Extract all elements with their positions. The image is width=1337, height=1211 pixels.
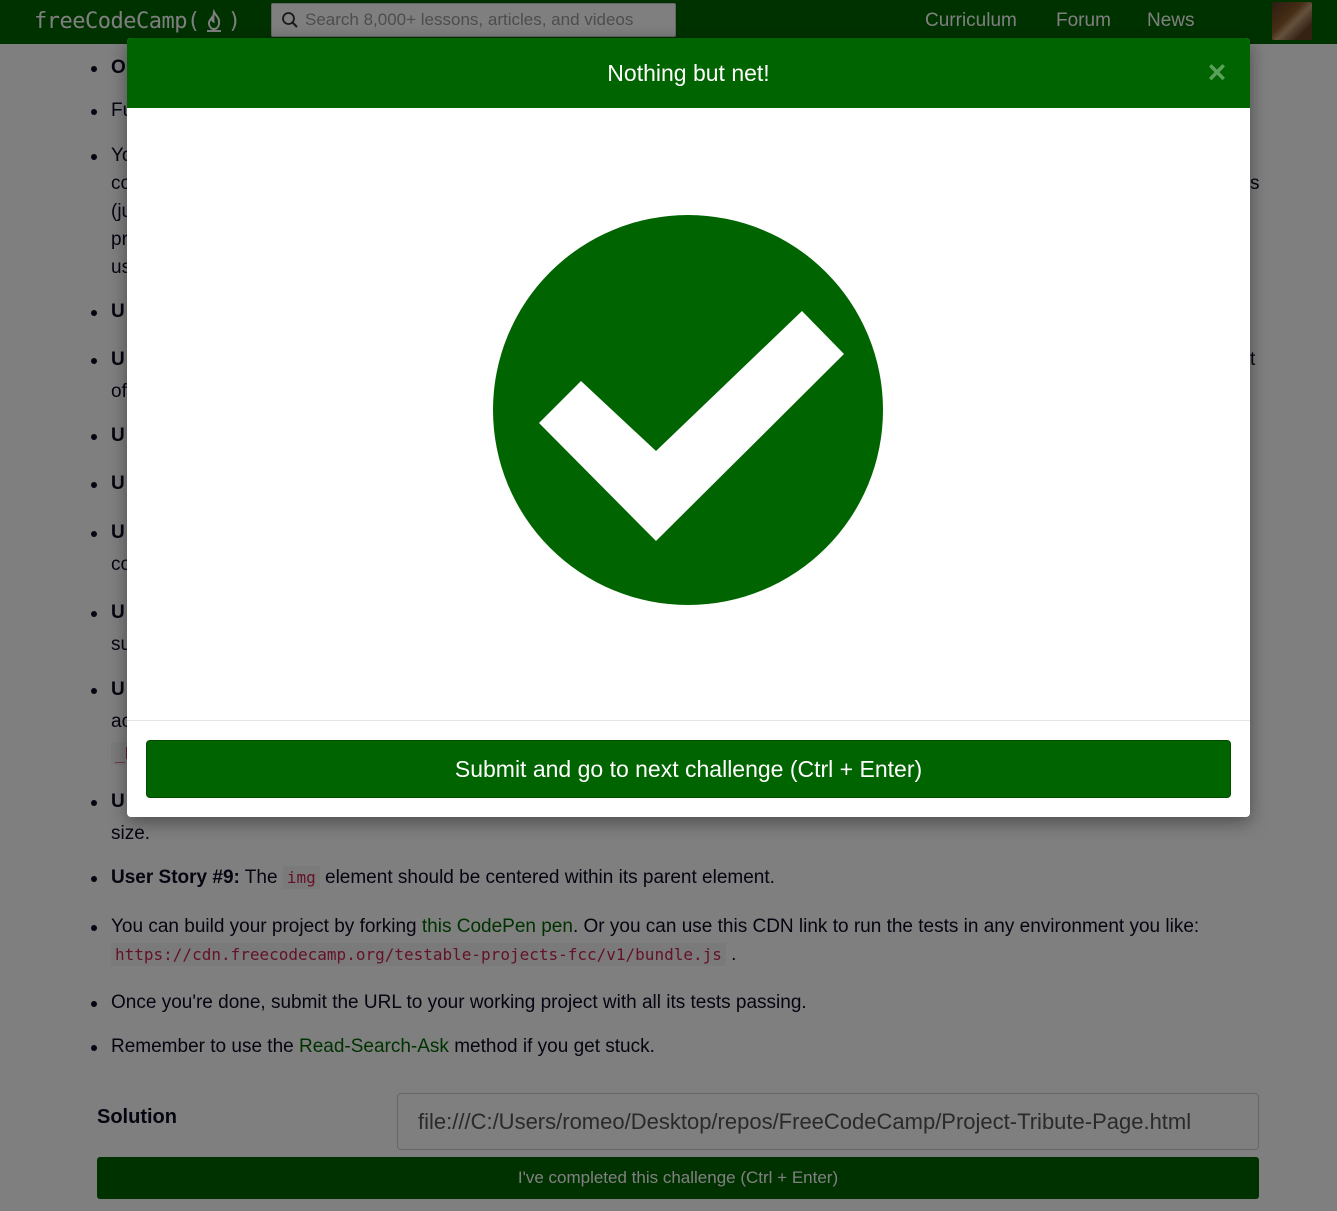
check-circle-icon [493, 215, 883, 605]
modal-body [127, 108, 1250, 721]
modal-title: Nothing but net! [607, 59, 770, 86]
completion-modal: Nothing but net! × Submit and go to next… [127, 38, 1250, 817]
close-icon[interactable]: × [1202, 55, 1232, 89]
submit-next-challenge-button[interactable]: Submit and go to next challenge (Ctrl + … [146, 740, 1231, 798]
modal-header: Nothing but net! × [127, 38, 1250, 108]
modal-footer: Submit and go to next challenge (Ctrl + … [127, 721, 1250, 817]
